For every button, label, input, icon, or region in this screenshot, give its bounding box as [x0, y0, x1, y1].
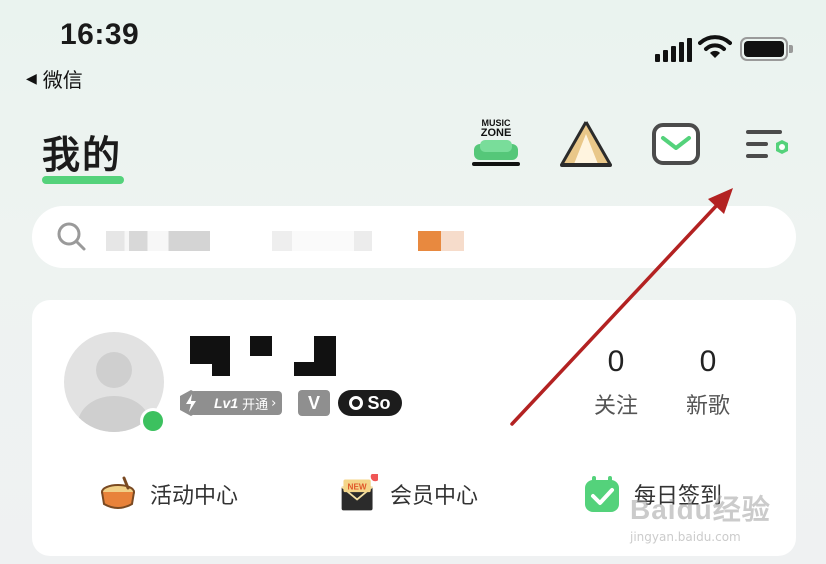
search-placeholder-pixelated-3: [418, 231, 464, 251]
search-placeholder-pixelated: [106, 231, 210, 251]
wifi-icon: [698, 35, 732, 58]
back-triangle-icon: ◀: [26, 70, 37, 87]
member-center-button[interactable]: NEW 会员中心: [338, 474, 478, 514]
new-songs-label: 新歌: [685, 394, 730, 419]
cellular-signal-icon: [655, 38, 692, 62]
new-songs-count: 0: [699, 345, 717, 378]
back-app-label: 微信: [42, 68, 83, 92]
level-action-label: 开通: [242, 397, 269, 413]
level-label: Lv1: [214, 395, 239, 411]
title-underline: [42, 176, 124, 184]
search-icon: [57, 222, 86, 251]
activity-center-label: 活动中心: [150, 484, 239, 509]
music-zone-icon: MUSIC ZONE: [472, 118, 520, 166]
menu-settings-icon: [746, 130, 788, 158]
music-zone-button[interactable]: MUSIC ZONE: [468, 116, 524, 172]
page-title: 我的: [42, 133, 123, 177]
so-label: So: [367, 392, 391, 413]
so-badge[interactable]: So: [338, 390, 402, 416]
following-count: 0: [607, 345, 625, 378]
so-ring-icon: [349, 396, 364, 410]
username-pixelated-4: [294, 362, 314, 376]
activity-center-button[interactable]: 活动中心: [98, 474, 238, 514]
username-pixelated-5: [314, 336, 336, 376]
new-envelope-icon: NEW: [341, 474, 378, 511]
tent-icon: [560, 121, 612, 167]
level-badge[interactable]: Lv1 开通 ›: [180, 390, 283, 416]
stat-new-songs[interactable]: 0 新歌: [668, 344, 748, 420]
music-zone-line2: ZONE: [481, 127, 512, 139]
stat-following[interactable]: 0 关注: [576, 344, 656, 420]
member-center-label: 会员中心: [390, 484, 479, 509]
lightning-icon: [180, 390, 202, 416]
settings-menu-button[interactable]: [742, 116, 794, 172]
following-label: 关注: [593, 394, 638, 419]
tent-button[interactable]: [558, 116, 614, 172]
username-pixelated-2: [212, 364, 230, 376]
battery-icon: [740, 37, 793, 61]
calendar-check-icon: [585, 476, 619, 512]
watermark-url: jingyan.baidu.com: [630, 530, 741, 544]
back-to-app-link[interactable]: ◀ 微信: [26, 64, 83, 93]
wechat-badge-icon: [140, 408, 166, 434]
mail-icon: [652, 123, 700, 165]
status-time: 16:39: [60, 18, 140, 51]
search-placeholder-pixelated-2: [272, 231, 372, 251]
watermark: Baidu经验 jingyan.baidu.com: [630, 488, 771, 544]
chevron-right-icon: ›: [271, 395, 277, 411]
drum-icon: [101, 476, 135, 509]
username-pixelated: [190, 336, 230, 364]
vip-badge[interactable]: V: [298, 390, 330, 416]
username-pixelated-3: [250, 336, 272, 356]
watermark-main: Baidu经验: [630, 494, 771, 525]
messages-button[interactable]: [650, 116, 702, 172]
svg-text:NEW: NEW: [348, 482, 367, 491]
